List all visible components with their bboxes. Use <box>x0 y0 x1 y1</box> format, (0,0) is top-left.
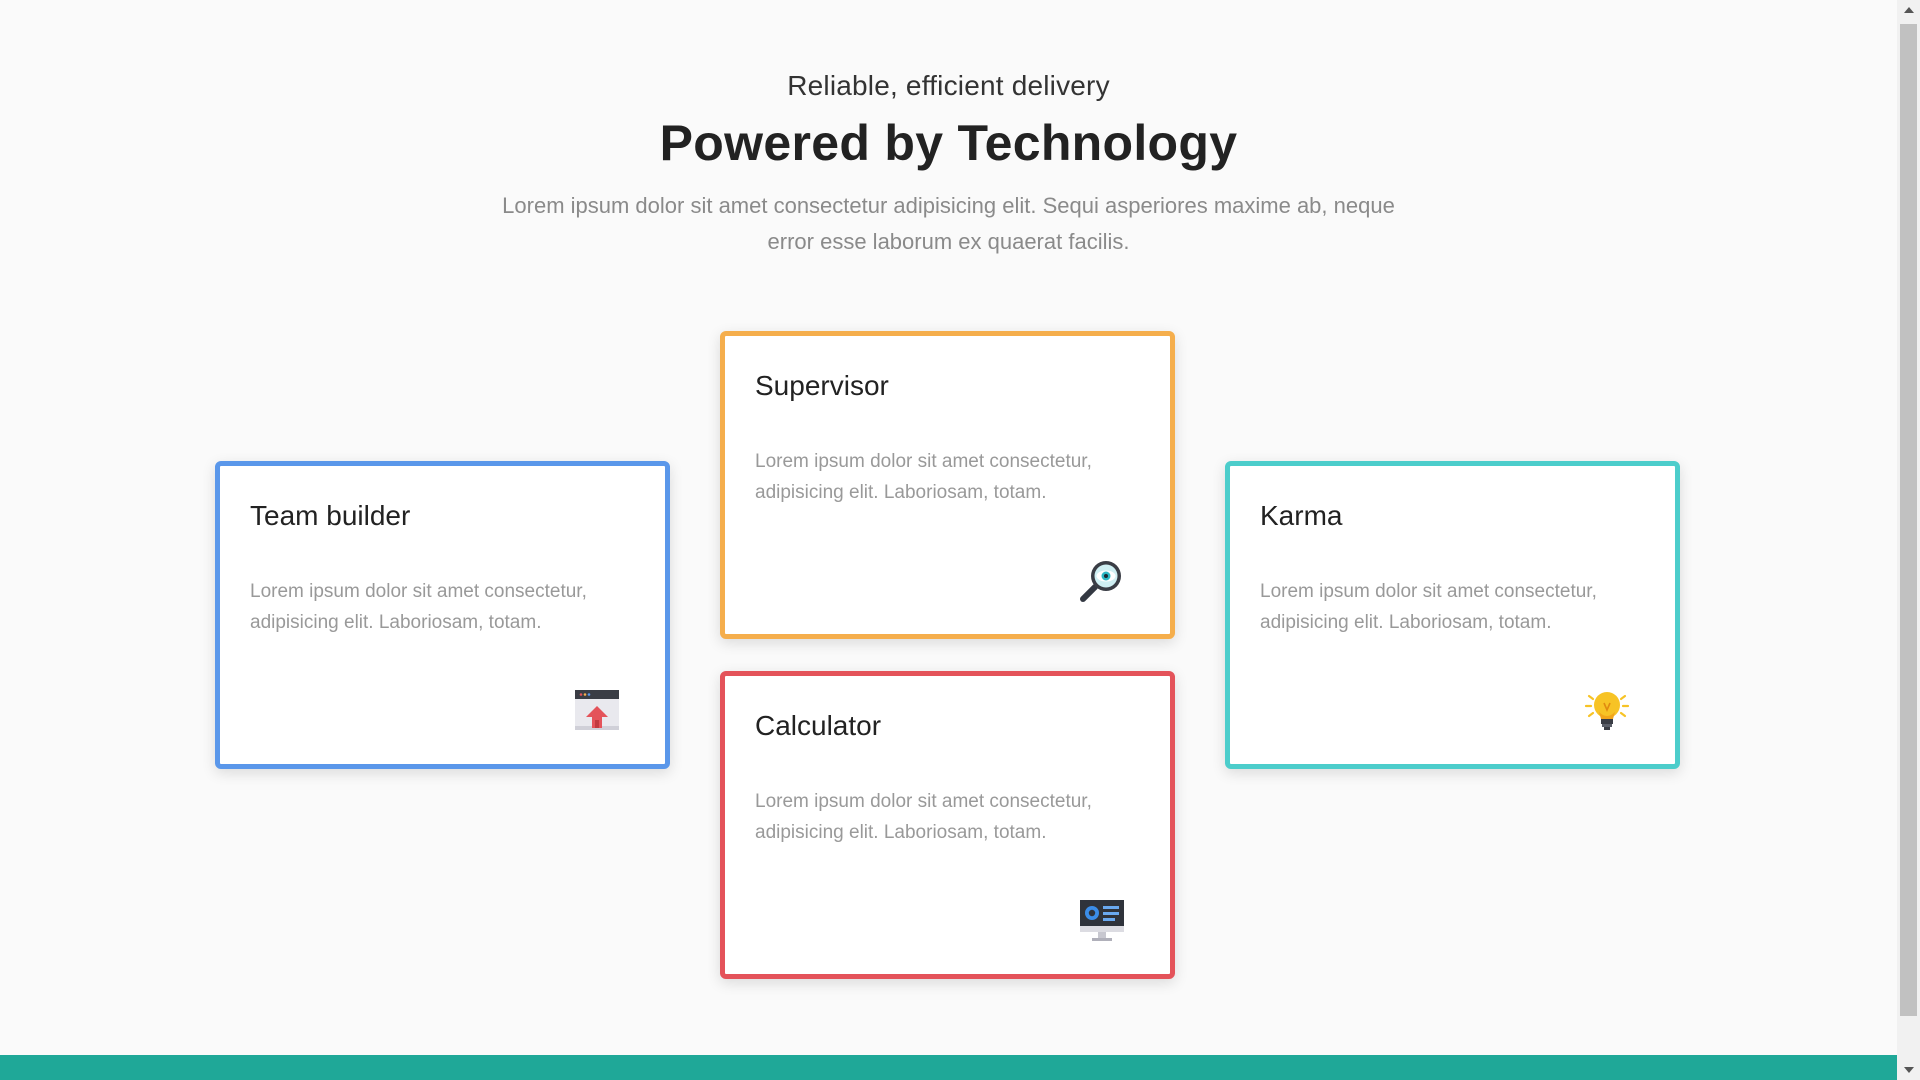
magnifier-eye-icon <box>1078 556 1126 604</box>
scrollbar-thumb[interactable] <box>1900 24 1917 1016</box>
monitor-dashboard-icon <box>1078 896 1126 944</box>
card-title: Team builder <box>250 500 411 531</box>
card-text: Lorem ipsum dolor sit amet consectetur, … <box>755 451 1092 503</box>
card-text: Lorem ipsum dolor sit amet consectetur, … <box>755 791 1092 843</box>
card-title: Supervisor <box>755 370 889 401</box>
section-title: Powered by Technology <box>659 115 1238 171</box>
card-text: Lorem ipsum dolor sit amet consectetur, … <box>1260 581 1597 633</box>
feature-card-team-builder: Team builder Lorem ipsum dolor sit amet … <box>215 461 670 769</box>
feature-card-karma: Karma Lorem ipsum dolor sit amet consect… <box>1225 461 1680 769</box>
feature-card-calculator: Calculator Lorem ipsum dolor sit amet co… <box>720 671 1175 979</box>
scroll-up-arrow-icon[interactable] <box>1897 0 1920 20</box>
card-title: Karma <box>1260 500 1343 531</box>
card-title: Calculator <box>755 710 882 741</box>
vertical-scrollbar[interactable] <box>1897 0 1920 1080</box>
upload-window-icon <box>573 686 621 734</box>
lightbulb-icon <box>1583 686 1631 734</box>
feature-card-supervisor: Supervisor Lorem ipsum dolor sit amet co… <box>720 331 1175 639</box>
card-text: Lorem ipsum dolor sit amet consectetur, … <box>250 581 587 633</box>
footer-bar <box>0 1055 1897 1080</box>
section-description: Lorem ipsum dolor sit amet consectetur a… <box>502 193 1395 254</box>
section-header: Reliable, efficient delivery Powered by … <box>0 70 1897 260</box>
page: Reliable, efficient delivery Powered by … <box>0 0 1897 1080</box>
scroll-down-arrow-icon[interactable] <box>1897 1060 1920 1080</box>
section-eyebrow: Reliable, efficient delivery <box>787 70 1110 101</box>
